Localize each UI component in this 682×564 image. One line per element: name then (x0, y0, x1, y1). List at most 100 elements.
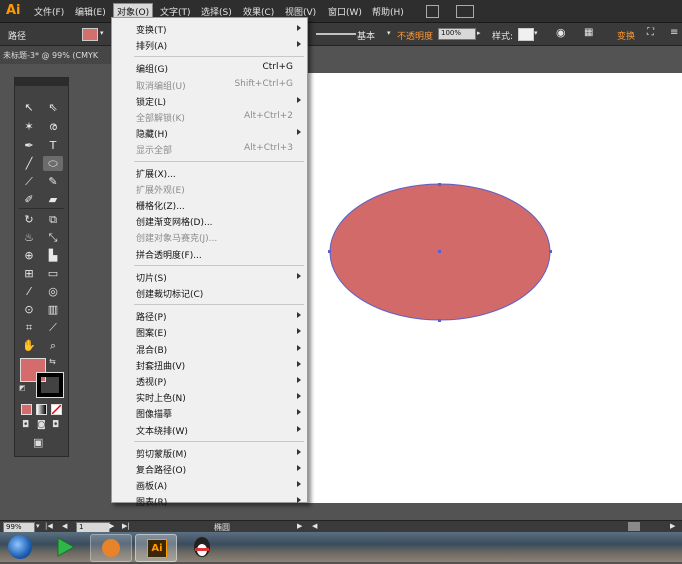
browser-taskbar-button[interactable] (90, 534, 132, 562)
scroll-right-icon[interactable]: ▶ (670, 522, 675, 530)
first-artboard-icon[interactable]: |◀ (45, 522, 53, 530)
object-menu-item[interactable]: 图像描摹 (112, 405, 307, 420)
stroke-style-label[interactable]: 基本 (357, 29, 375, 42)
menu-edit[interactable]: 编辑(E) (75, 5, 106, 18)
magic-wand-tool-icon[interactable]: ✶ (19, 119, 39, 134)
object-menu-item[interactable]: 复合路径(O) (112, 461, 307, 476)
object-menu-item[interactable]: 剪切蒙版(M) (112, 445, 307, 460)
rotate-tool-icon[interactable]: ↻ (19, 212, 39, 227)
default-colors-icon[interactable]: ◩ (19, 384, 26, 392)
object-menu-item[interactable]: 实时上色(N) (112, 389, 307, 404)
object-menu-item[interactable]: 封套扭曲(V) (112, 357, 307, 372)
draw-behind-icon[interactable]: ◙ (37, 420, 46, 430)
stroke-color-box[interactable] (36, 372, 64, 398)
scale-tool-icon[interactable]: ⧉ (43, 212, 63, 227)
none-mode-icon[interactable] (51, 404, 62, 415)
blob-brush-tool-icon[interactable]: ✐ (19, 192, 39, 207)
free-transform-tool-icon[interactable]: ⤡ (43, 230, 63, 245)
object-menu-item[interactable]: 路径(P) (112, 308, 307, 323)
swap-fill-stroke-icon[interactable]: ⇆ (49, 357, 56, 366)
menu-item-label: 剪切蒙版(M) (136, 449, 187, 460)
shape-builder-tool-icon[interactable]: ⊕ (19, 248, 39, 263)
illustrator-taskbar-button[interactable]: Ai (135, 534, 177, 562)
fill-dropdown-icon[interactable]: ▾ (100, 29, 104, 37)
scroll-left-icon[interactable]: ◀ (312, 522, 317, 530)
object-menu-item[interactable]: 文本绕排(W) (112, 422, 307, 437)
perspective-grid-tool-icon[interactable]: ▙ (43, 248, 63, 263)
qq-taskbar-button[interactable] (182, 534, 222, 560)
object-menu: 变换(T) 排列(A) 编组(G) Ctrl+G 取消编组(U) Shift+Ctrl+G… (111, 17, 308, 508)
transform-link[interactable]: 变换 (617, 29, 635, 42)
fill-swatch[interactable] (82, 28, 98, 41)
hand-tool-icon[interactable]: ✋ (19, 338, 39, 353)
recolor-icon[interactable]: ◉ (556, 26, 566, 39)
object-menu-item[interactable]: 创建渐变网格(D)... (112, 213, 307, 228)
object-menu-item[interactable]: 扩展(X)... (112, 165, 307, 180)
object-menu-item[interactable]: 编组(G) Ctrl+G (112, 60, 307, 75)
object-menu-item[interactable]: 栅格化(Z)... (112, 197, 307, 212)
start-button[interactable] (8, 535, 32, 559)
object-menu-item[interactable]: 锁定(L) (112, 93, 307, 108)
bridge-icon[interactable] (426, 5, 439, 18)
draw-inside-icon[interactable]: ◘ (52, 420, 59, 430)
zoom-tool-icon[interactable]: ⌕ (43, 338, 63, 353)
line-tool-icon[interactable]: ╱ (19, 156, 39, 171)
style-dropdown-icon[interactable]: ▾ (534, 29, 538, 37)
object-menu-item[interactable]: 透视(P) (112, 373, 307, 388)
object-menu-item[interactable]: 变换(T) (112, 21, 307, 36)
media-player-taskbar-button[interactable] (45, 534, 85, 560)
document-tab[interactable]: 未标题-3* @ 99% (CMYK (0, 46, 112, 64)
eyedropper-tool-icon[interactable]: ⁄ (19, 284, 39, 299)
object-menu-item[interactable]: 画板(A) (112, 477, 307, 492)
object-menu-item[interactable]: 排列(A) (112, 37, 307, 52)
ellipse-tool-icon[interactable]: ⬭ (43, 156, 63, 171)
pencil-tool-icon[interactable]: ✎ (43, 174, 63, 189)
panel-menu-icon[interactable]: ≡ (670, 27, 678, 38)
pen-tool-icon[interactable]: ✒ (19, 138, 39, 153)
eraser-tool-icon[interactable]: ▰ (43, 192, 63, 207)
horizontal-scroll-thumb[interactable] (628, 522, 640, 531)
artboard-tool-icon[interactable]: ⌗ (19, 320, 39, 335)
next-artboard-icon[interactable]: ▶ (109, 522, 114, 530)
toolbox-header[interactable] (15, 78, 68, 86)
zoom-dropdown-icon[interactable]: ▾ (36, 522, 40, 530)
opacity-label[interactable]: 不透明度 (397, 29, 433, 42)
slice-tool-icon[interactable]: ⟋ (43, 320, 63, 335)
paintbrush-tool-icon[interactable]: ⟋ (19, 174, 39, 189)
last-artboard-icon[interactable]: ▶| (122, 522, 130, 530)
object-menu-item[interactable]: 拼合透明度(F)... (112, 246, 307, 261)
opacity-input[interactable]: 100% (438, 28, 476, 40)
opacity-dropdown-icon[interactable]: ▸ (477, 29, 481, 37)
direct-selection-tool-icon[interactable]: ⇖ (43, 100, 63, 115)
stroke-style-dropdown-icon[interactable]: ▾ (387, 29, 391, 37)
arrange-documents-icon[interactable] (456, 5, 474, 18)
menu-help[interactable]: 帮助(H) (372, 5, 404, 18)
object-menu-item[interactable]: 创建裁切标记(C) (112, 285, 307, 300)
object-menu-item[interactable]: 隐藏(H) (112, 125, 307, 140)
selection-tool-icon[interactable]: ↖ (19, 100, 39, 115)
type-tool-icon[interactable]: T (43, 138, 63, 153)
graphic-style-swatch[interactable] (518, 28, 534, 41)
ellipse-shape[interactable] (328, 183, 553, 323)
warp-tool-icon[interactable]: ♨ (19, 230, 39, 245)
mesh-tool-icon[interactable]: ⊞ (19, 266, 39, 281)
lasso-tool-icon[interactable]: ര (43, 119, 63, 134)
menu-window[interactable]: 窗口(W) (328, 5, 362, 18)
object-menu-item[interactable]: 混合(B) (112, 341, 307, 356)
object-menu-item[interactable]: 图表(R) (112, 493, 307, 508)
gradient-tool-icon[interactable]: ▭ (43, 266, 63, 281)
gradient-mode-icon[interactable] (36, 404, 47, 415)
object-menu-item[interactable]: 图案(E) (112, 324, 307, 339)
symbol-sprayer-tool-icon[interactable]: ⊙ (19, 302, 39, 317)
screen-mode-icon[interactable]: ▣ (33, 436, 43, 449)
color-mode-icon[interactable] (21, 404, 32, 415)
status-menu-icon[interactable]: ▶ (297, 522, 302, 530)
menu-file[interactable]: 文件(F) (34, 5, 64, 18)
isolate-icon[interactable]: ⛶ (647, 27, 654, 38)
blend-tool-icon[interactable]: ◎ (43, 284, 63, 299)
column-graph-tool-icon[interactable]: ▥ (43, 302, 63, 317)
draw-normal-icon[interactable]: ◘ (22, 420, 29, 430)
previous-artboard-icon[interactable]: ◀ (62, 522, 67, 530)
object-menu-item[interactable]: 切片(S) (112, 269, 307, 284)
align-icon[interactable]: ▦ (584, 27, 593, 38)
